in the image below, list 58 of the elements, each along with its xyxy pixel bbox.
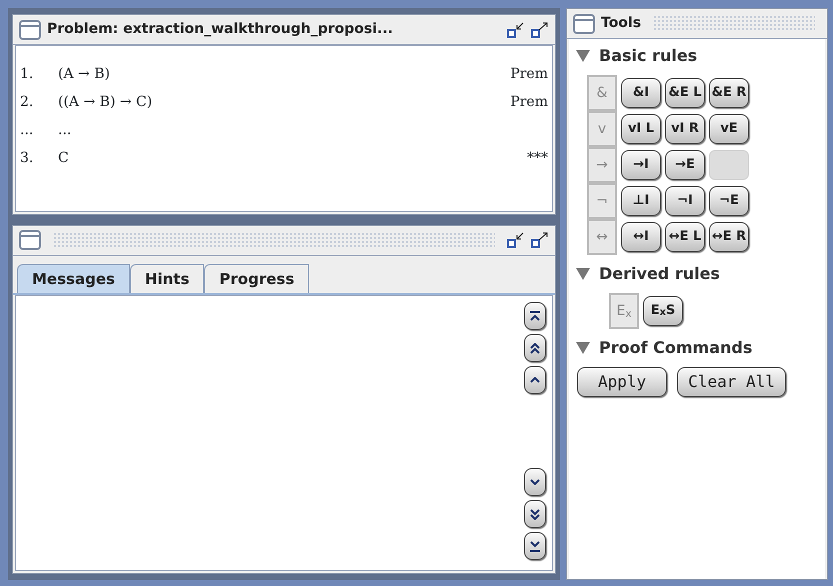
apply-button[interactable]: Apply xyxy=(577,367,668,397)
line-number: 2. xyxy=(20,92,34,112)
maximize-icon[interactable] xyxy=(531,232,549,248)
rule-button[interactable]: ¬I xyxy=(665,186,705,216)
rule-button[interactable]: vI L xyxy=(621,114,661,144)
tab[interactable]: Hints xyxy=(130,264,204,293)
line-number: 3. xyxy=(20,148,34,168)
scroll-page-down-button[interactable] xyxy=(524,500,546,528)
scroll-up-button[interactable] xyxy=(524,366,546,394)
window-icon xyxy=(19,20,41,40)
window-icon xyxy=(573,14,595,34)
chevron-icon xyxy=(529,311,541,321)
tab[interactable]: Progress xyxy=(204,264,310,293)
chevron-icon xyxy=(530,342,540,354)
maximize-icon[interactable] xyxy=(531,22,549,38)
tab[interactable]: Messages xyxy=(17,264,130,293)
scroll-down-button[interactable] xyxy=(524,468,546,496)
formula: ((A → B) → C) xyxy=(58,92,154,112)
expanded-triangle-icon[interactable] xyxy=(575,49,591,63)
line-number: 1. xyxy=(20,64,34,84)
scroll-top-button[interactable] xyxy=(524,302,546,330)
window-icon xyxy=(19,230,41,250)
section-title: Proof Commands xyxy=(599,337,752,359)
scroll-page-up-button[interactable] xyxy=(524,334,546,362)
rule-button[interactable]: E$_{x}$S xyxy=(643,296,683,326)
scroll-bottom-button[interactable] xyxy=(524,532,546,560)
rule-button[interactable]: →I xyxy=(621,150,661,180)
expanded-triangle-icon[interactable] xyxy=(575,267,591,281)
clear-all-button[interactable]: Clear All xyxy=(677,367,786,397)
section-title: Basic rules xyxy=(599,45,698,67)
formula: (A → B) xyxy=(58,64,111,84)
expanded-triangle-icon[interactable] xyxy=(575,341,591,355)
window-title: Tools xyxy=(601,14,642,33)
rule-button[interactable]: ↔E L xyxy=(665,222,705,252)
rule-button[interactable]: ↔I xyxy=(621,222,661,252)
chevron-icon xyxy=(529,540,541,552)
window-title: Problem: extraction_walkthrough_proposi... xyxy=(47,20,394,39)
formula: C xyxy=(58,148,70,168)
justification: Prem xyxy=(510,64,548,84)
rule-button[interactable]: vE xyxy=(709,114,749,144)
justification: Prem xyxy=(510,92,548,112)
section-title: Derived rules xyxy=(599,263,720,285)
chevron-icon xyxy=(530,377,540,383)
rule-button[interactable]: &I xyxy=(621,78,661,108)
rule-button[interactable]: &E R xyxy=(709,78,749,108)
line-number: ... xyxy=(20,120,34,140)
chevron-icon xyxy=(530,508,540,520)
justification: *** xyxy=(527,148,548,168)
chevron-icon xyxy=(530,479,540,485)
rule-button[interactable]: ↔E R xyxy=(709,222,749,252)
rule-button[interactable]: vI R xyxy=(665,114,705,144)
rule-button[interactable]: ¬E xyxy=(709,186,749,216)
rule-button[interactable]: →E xyxy=(665,150,705,180)
formula: ... xyxy=(58,120,72,140)
minimize-icon[interactable] xyxy=(507,232,525,248)
rule-button[interactable]: ⊥I xyxy=(621,186,661,216)
rule-button[interactable]: &E L xyxy=(665,78,705,108)
minimize-icon[interactable] xyxy=(507,22,525,38)
